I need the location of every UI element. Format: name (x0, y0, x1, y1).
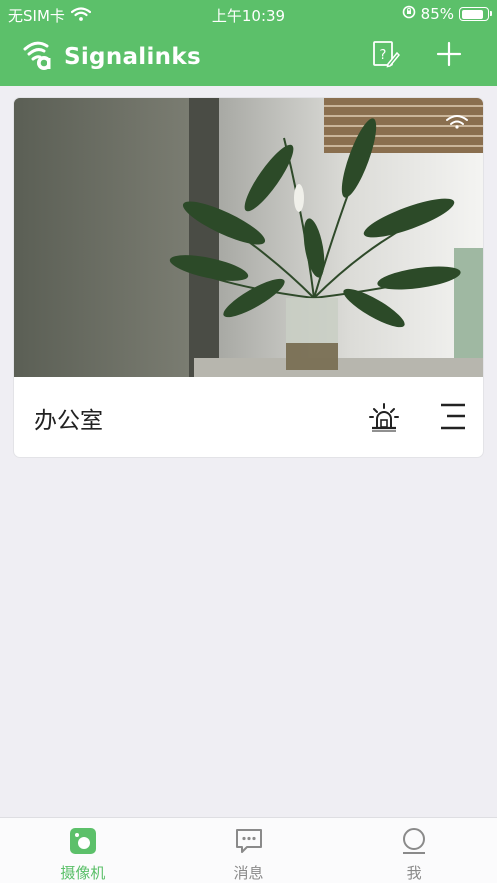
menu-icon[interactable] (438, 401, 468, 433)
camera-tab-icon (69, 827, 97, 855)
brand: Signalinks (22, 38, 201, 76)
battery-icon (459, 7, 492, 21)
add-icon[interactable] (435, 40, 463, 68)
camera-preview[interactable] (14, 98, 483, 377)
brand-name: Signalinks (64, 44, 201, 70)
svg-text:?: ? (380, 48, 387, 63)
tab-messages[interactable]: 消息 (166, 818, 332, 883)
brand-logo-icon (22, 38, 56, 76)
status-bar: 无SIM卡 上午10:39 85% (0, 0, 497, 28)
profile-icon (400, 827, 428, 855)
help-edit-icon[interactable]: ? (372, 40, 401, 68)
status-right: 85% (402, 5, 492, 23)
alarm-icon[interactable] (369, 401, 399, 433)
app-header: 无SIM卡 上午10:39 85% Signalinks ? (0, 0, 497, 86)
tab-camera-label: 摄像机 (60, 864, 106, 882)
tab-me[interactable]: 我 (331, 818, 497, 883)
message-icon (235, 827, 263, 855)
tab-me-label: 我 (406, 864, 422, 882)
battery-percent: 85% (420, 5, 454, 23)
camera-card[interactable]: 办公室 (14, 98, 483, 457)
battery-fill (461, 9, 483, 19)
tab-bar: 摄像机 消息 我 (0, 817, 497, 883)
camera-name: 办公室 (34, 408, 103, 434)
tab-messages-label: 消息 (233, 864, 264, 882)
tab-camera[interactable]: 摄像机 (0, 818, 166, 883)
nav-bar: Signalinks ? (0, 28, 497, 86)
rotation-lock-icon (402, 5, 416, 23)
camera-card-footer: 办公室 (14, 377, 483, 457)
